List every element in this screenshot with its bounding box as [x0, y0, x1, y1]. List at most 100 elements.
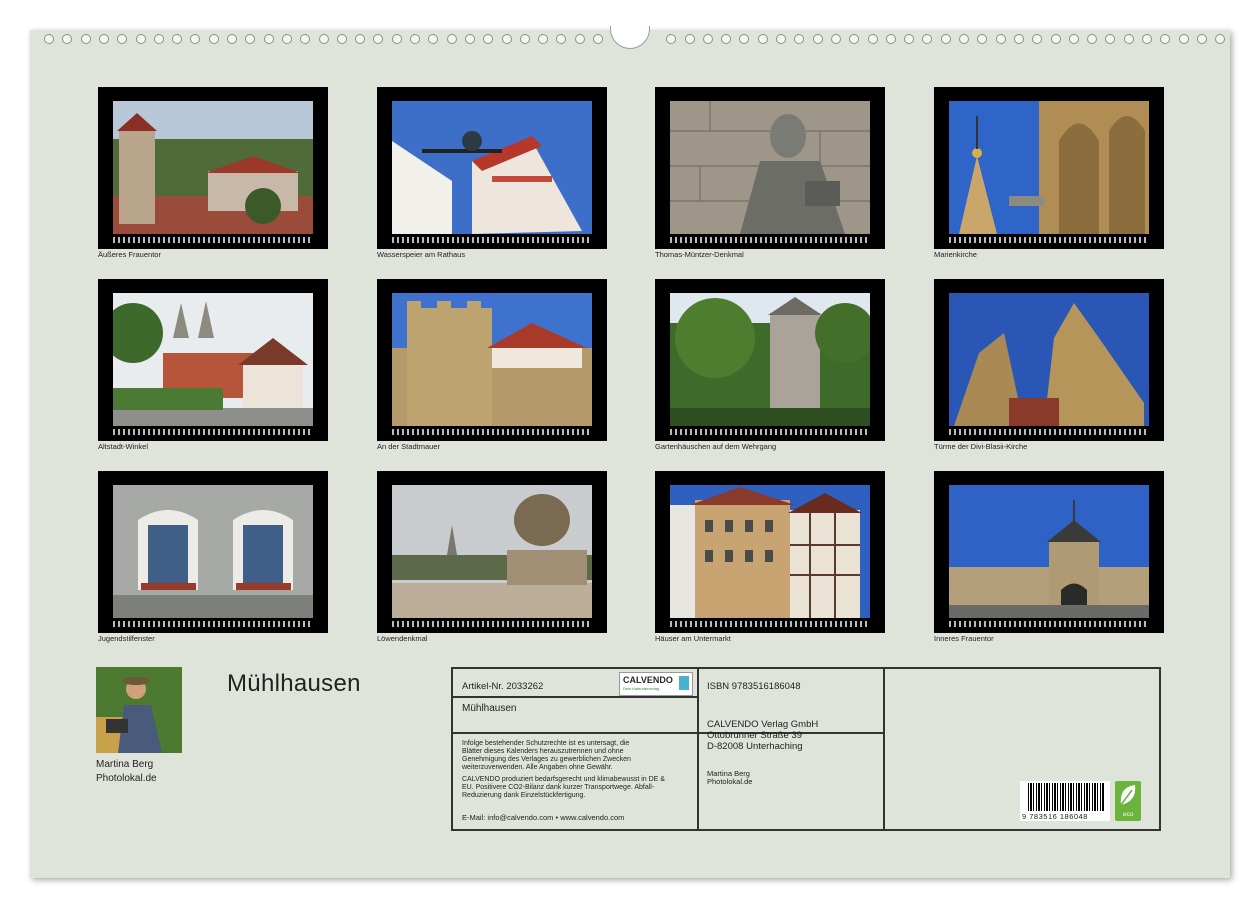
logo-mark — [679, 676, 689, 690]
binding-ring — [721, 34, 732, 44]
month-strip — [392, 237, 592, 243]
binding-ring — [263, 34, 274, 44]
binding-ring — [867, 34, 878, 44]
binding-ring — [98, 34, 109, 44]
binding-ring — [904, 34, 915, 44]
author-credit: Martina Berg Photolokal.de — [96, 758, 157, 786]
divider — [453, 696, 697, 698]
binding-ring — [336, 34, 347, 44]
binding-ring — [538, 34, 549, 44]
photo-thumbnail — [655, 279, 885, 441]
divider — [883, 669, 885, 829]
photo-caption: Türme der Divi-Blasii-Kirche — [934, 442, 1028, 451]
eco-line: CALVENDO produziert bedarfsgerecht und k… — [462, 776, 665, 783]
eco-badge: eco — [1115, 781, 1141, 821]
binding-ring — [318, 34, 329, 44]
binding-ring — [830, 34, 841, 44]
photo-caption: Wasserspeier am Rathaus — [377, 250, 466, 259]
binding-ring — [44, 34, 54, 44]
photo-altstadt-winkel — [113, 293, 313, 426]
legal-line: Genehmigung des Verlages zu gewerblichen… — [462, 756, 631, 763]
binding-ring — [684, 34, 695, 44]
binding-ring — [757, 34, 768, 44]
calvendo-logo: CALVENDO Dein Kalenderverlag — [619, 672, 693, 696]
month-strip — [670, 237, 870, 243]
author-photo — [96, 667, 182, 753]
photo-inneres-frauentor — [949, 485, 1149, 618]
address-line: CALVENDO Verlag GmbH — [707, 719, 819, 730]
photo-stadtmauer — [392, 293, 592, 426]
photo-caption: Marienkirche — [934, 250, 977, 259]
photo-thumbnail — [98, 471, 328, 633]
binding-ring — [355, 34, 366, 44]
binding-ring — [922, 34, 933, 44]
binding-ring — [391, 34, 402, 44]
binding-ring — [281, 34, 292, 44]
photo-untermarkt — [670, 485, 870, 618]
binding-ring — [135, 34, 146, 44]
binding-ring — [1215, 34, 1226, 44]
binding-ring — [1178, 34, 1189, 44]
eco-line: Reduzierung dank Einzelstückfertigung. — [462, 792, 586, 799]
month-strip — [392, 621, 592, 627]
binding-ring — [574, 34, 585, 44]
binding-ring — [227, 34, 237, 44]
logo-subtext: Dein Kalenderverlag — [623, 686, 660, 691]
binding-ring — [593, 34, 603, 44]
photo-thumbnail — [934, 471, 1164, 633]
binding-ring — [1068, 34, 1079, 44]
divider — [453, 732, 883, 734]
binding-ring — [117, 34, 128, 44]
info-title: Mühlhausen — [462, 703, 517, 714]
binding-ring — [446, 34, 457, 44]
legal-line: Infolge bestehender Schutzrechte ist es … — [462, 740, 630, 747]
photo-jugendstilfenster — [113, 485, 313, 618]
photo-thumbnail — [934, 279, 1164, 441]
logo-text: CALVENDO — [623, 675, 673, 685]
photo-caption: Inneres Frauentor — [934, 634, 994, 643]
binding-ring — [1123, 34, 1134, 44]
calendar-title: Mühlhausen — [227, 670, 361, 697]
binding-ring — [995, 34, 1006, 44]
binding-ring — [666, 34, 677, 44]
photo-caption: Altstadt-Winkel — [98, 442, 149, 451]
eco-notice: CALVENDO produziert bedarfsgerecht und k… — [462, 776, 665, 800]
binding-ring — [556, 34, 567, 44]
contact-line: E-Mail: info@calvendo.com • www.calvendo… — [462, 813, 625, 822]
photo-divi-blasii — [949, 293, 1149, 426]
binding-ring — [776, 34, 786, 44]
month-strip — [113, 621, 313, 627]
binding-ring — [153, 34, 164, 44]
binding-ring — [1105, 34, 1116, 44]
publisher-info-box: Artikel-Nr. 2033262 CALVENDO Dein Kalend… — [451, 667, 1161, 831]
publisher-address: CALVENDO Verlag GmbH Ottobrunner Straße … — [707, 719, 818, 752]
binding-ring — [300, 34, 311, 44]
binding-ring — [1160, 34, 1171, 44]
article-number: Artikel-Nr. 2033262 — [462, 681, 544, 692]
legal-notice: Infolge bestehender Schutzrechte ist es … — [462, 740, 631, 772]
photo-marienkirche — [949, 101, 1149, 234]
photo-thumbnail — [377, 87, 607, 249]
month-strip — [670, 621, 870, 627]
binding-ring — [428, 34, 439, 44]
binding-ring — [885, 34, 896, 44]
author-name: Martina Berg — [96, 759, 154, 770]
address-line: D-82008 Unterhaching — [707, 741, 803, 752]
eco-label: eco — [1123, 811, 1134, 818]
author-website: Photolokal.de — [96, 773, 157, 784]
binding-ring — [245, 34, 256, 44]
info-author: Martina Berg Photolokal.de — [707, 770, 752, 786]
binding-ring — [373, 34, 384, 44]
photo-thumbnail — [377, 471, 607, 633]
binding-ring — [1050, 34, 1061, 44]
binding-ring — [172, 34, 183, 44]
photo-thumbnail — [655, 471, 885, 633]
address-line: Ottobrunner Straße 39 — [707, 730, 803, 741]
divider — [697, 669, 699, 829]
month-strip — [949, 429, 1149, 435]
binding-ring — [739, 34, 750, 44]
photo-wasserspeier — [392, 101, 592, 234]
binding-ring — [80, 34, 91, 44]
barcode-number: 9 783516 186048 — [1022, 812, 1088, 821]
binding-ring — [702, 34, 713, 44]
